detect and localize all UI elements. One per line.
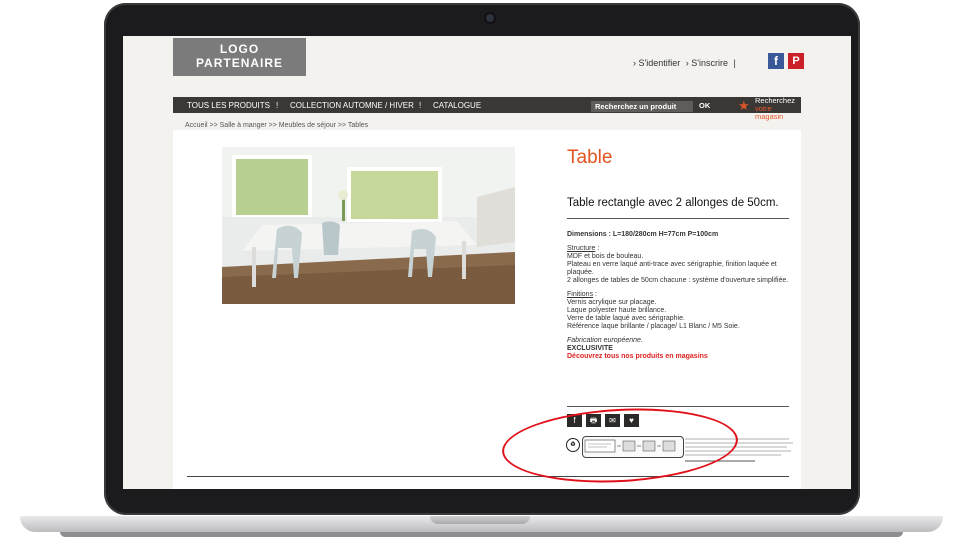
- account-separator: |: [733, 58, 736, 68]
- structure-line: 2 allonges de tables de 50cm chacune : s…: [567, 277, 789, 284]
- laptop-base-shadow: [60, 532, 903, 537]
- divider: [567, 218, 789, 219]
- finitions-section: Finitions : Vernis acrylique sur placage…: [567, 291, 795, 331]
- nav-divider: !: [276, 101, 279, 110]
- exclusive-badge: EXCLUSIVITE: [567, 345, 613, 352]
- structure-heading: Structure: [567, 245, 596, 252]
- dining-room-image: [222, 147, 515, 304]
- laptop-notch: [430, 516, 530, 524]
- structure-section: Structure : MDF et bois de bouleau. Plat…: [567, 245, 795, 285]
- footer-divider: [187, 476, 789, 477]
- webcam-icon: [486, 14, 494, 22]
- breadcrumb[interactable]: Accueil >> Salle à manger >> Meubles de …: [185, 122, 368, 129]
- finitions-colon: :: [593, 291, 597, 298]
- structure-colon: :: [595, 245, 600, 252]
- stores-cta-link[interactable]: Découvrez tous nos produits en magasins: [567, 353, 708, 360]
- structure-line: Plateau en verre laqué anti-trace avec s…: [567, 261, 777, 276]
- structure-line: MDF et bois de bouleau.: [567, 253, 644, 260]
- pinterest-icon[interactable]: P: [788, 53, 804, 69]
- facebook-icon[interactable]: f: [768, 53, 784, 69]
- product-details: Dimensions : L=180/280cm H=77cm P=100cm …: [567, 231, 795, 361]
- account-links: › S'identifier › S'inscrire |: [633, 58, 739, 68]
- store-locator-icon[interactable]: ★: [738, 98, 750, 114]
- nav-item-collection[interactable]: COLLECTION AUTOMNE / HIVER: [290, 101, 414, 110]
- signup-link[interactable]: › S'inscrire: [686, 58, 728, 68]
- signin-link[interactable]: › S'identifier: [633, 58, 680, 68]
- finitions-line: Verre de table laqué avec sérigraphie.: [567, 315, 685, 322]
- store-locator-line-2: votre magasin: [755, 104, 784, 121]
- product-title: Table: [567, 147, 613, 168]
- partner-logo[interactable]: LOGO PARTENAIRE: [173, 38, 306, 76]
- search-ok-button[interactable]: OK: [699, 101, 710, 110]
- nav-item-catalogue[interactable]: CATALOGUE: [433, 101, 481, 110]
- origin-text: Fabrication européenne.: [567, 337, 643, 344]
- product-subtitle: Table rectangle avec 2 allonges de 50cm.: [567, 197, 779, 209]
- nav-item-all-products[interactable]: TOUS LES PRODUITS: [187, 101, 270, 110]
- product-photo[interactable]: [222, 147, 515, 304]
- finitions-line: Vernis acrylique sur placage.: [567, 299, 657, 306]
- browser-screen: LOGO PARTENAIRE › S'identifier › S'inscr…: [123, 36, 851, 489]
- logo-line-1: LOGO: [219, 42, 260, 56]
- store-locator-link[interactable]: Recherchez votre magasin: [755, 97, 801, 121]
- finitions-line: Référence laque brillante / placage/ L1 …: [567, 323, 740, 330]
- main-navbar: TOUS LES PRODUITS ! COLLECTION AUTOMNE /…: [173, 97, 801, 121]
- product-search-input[interactable]: Recherchez un produit: [591, 101, 693, 112]
- finitions-line: Laque polyester haute brillance.: [567, 307, 667, 314]
- divider: [567, 406, 789, 407]
- finitions-heading: Finitions: [567, 291, 594, 298]
- nav-divider: !: [419, 101, 422, 110]
- dimensions-text: Dimensions : L=180/280cm H=77cm P=100cm: [567, 231, 719, 238]
- logo-line-2: PARTENAIRE: [195, 56, 284, 70]
